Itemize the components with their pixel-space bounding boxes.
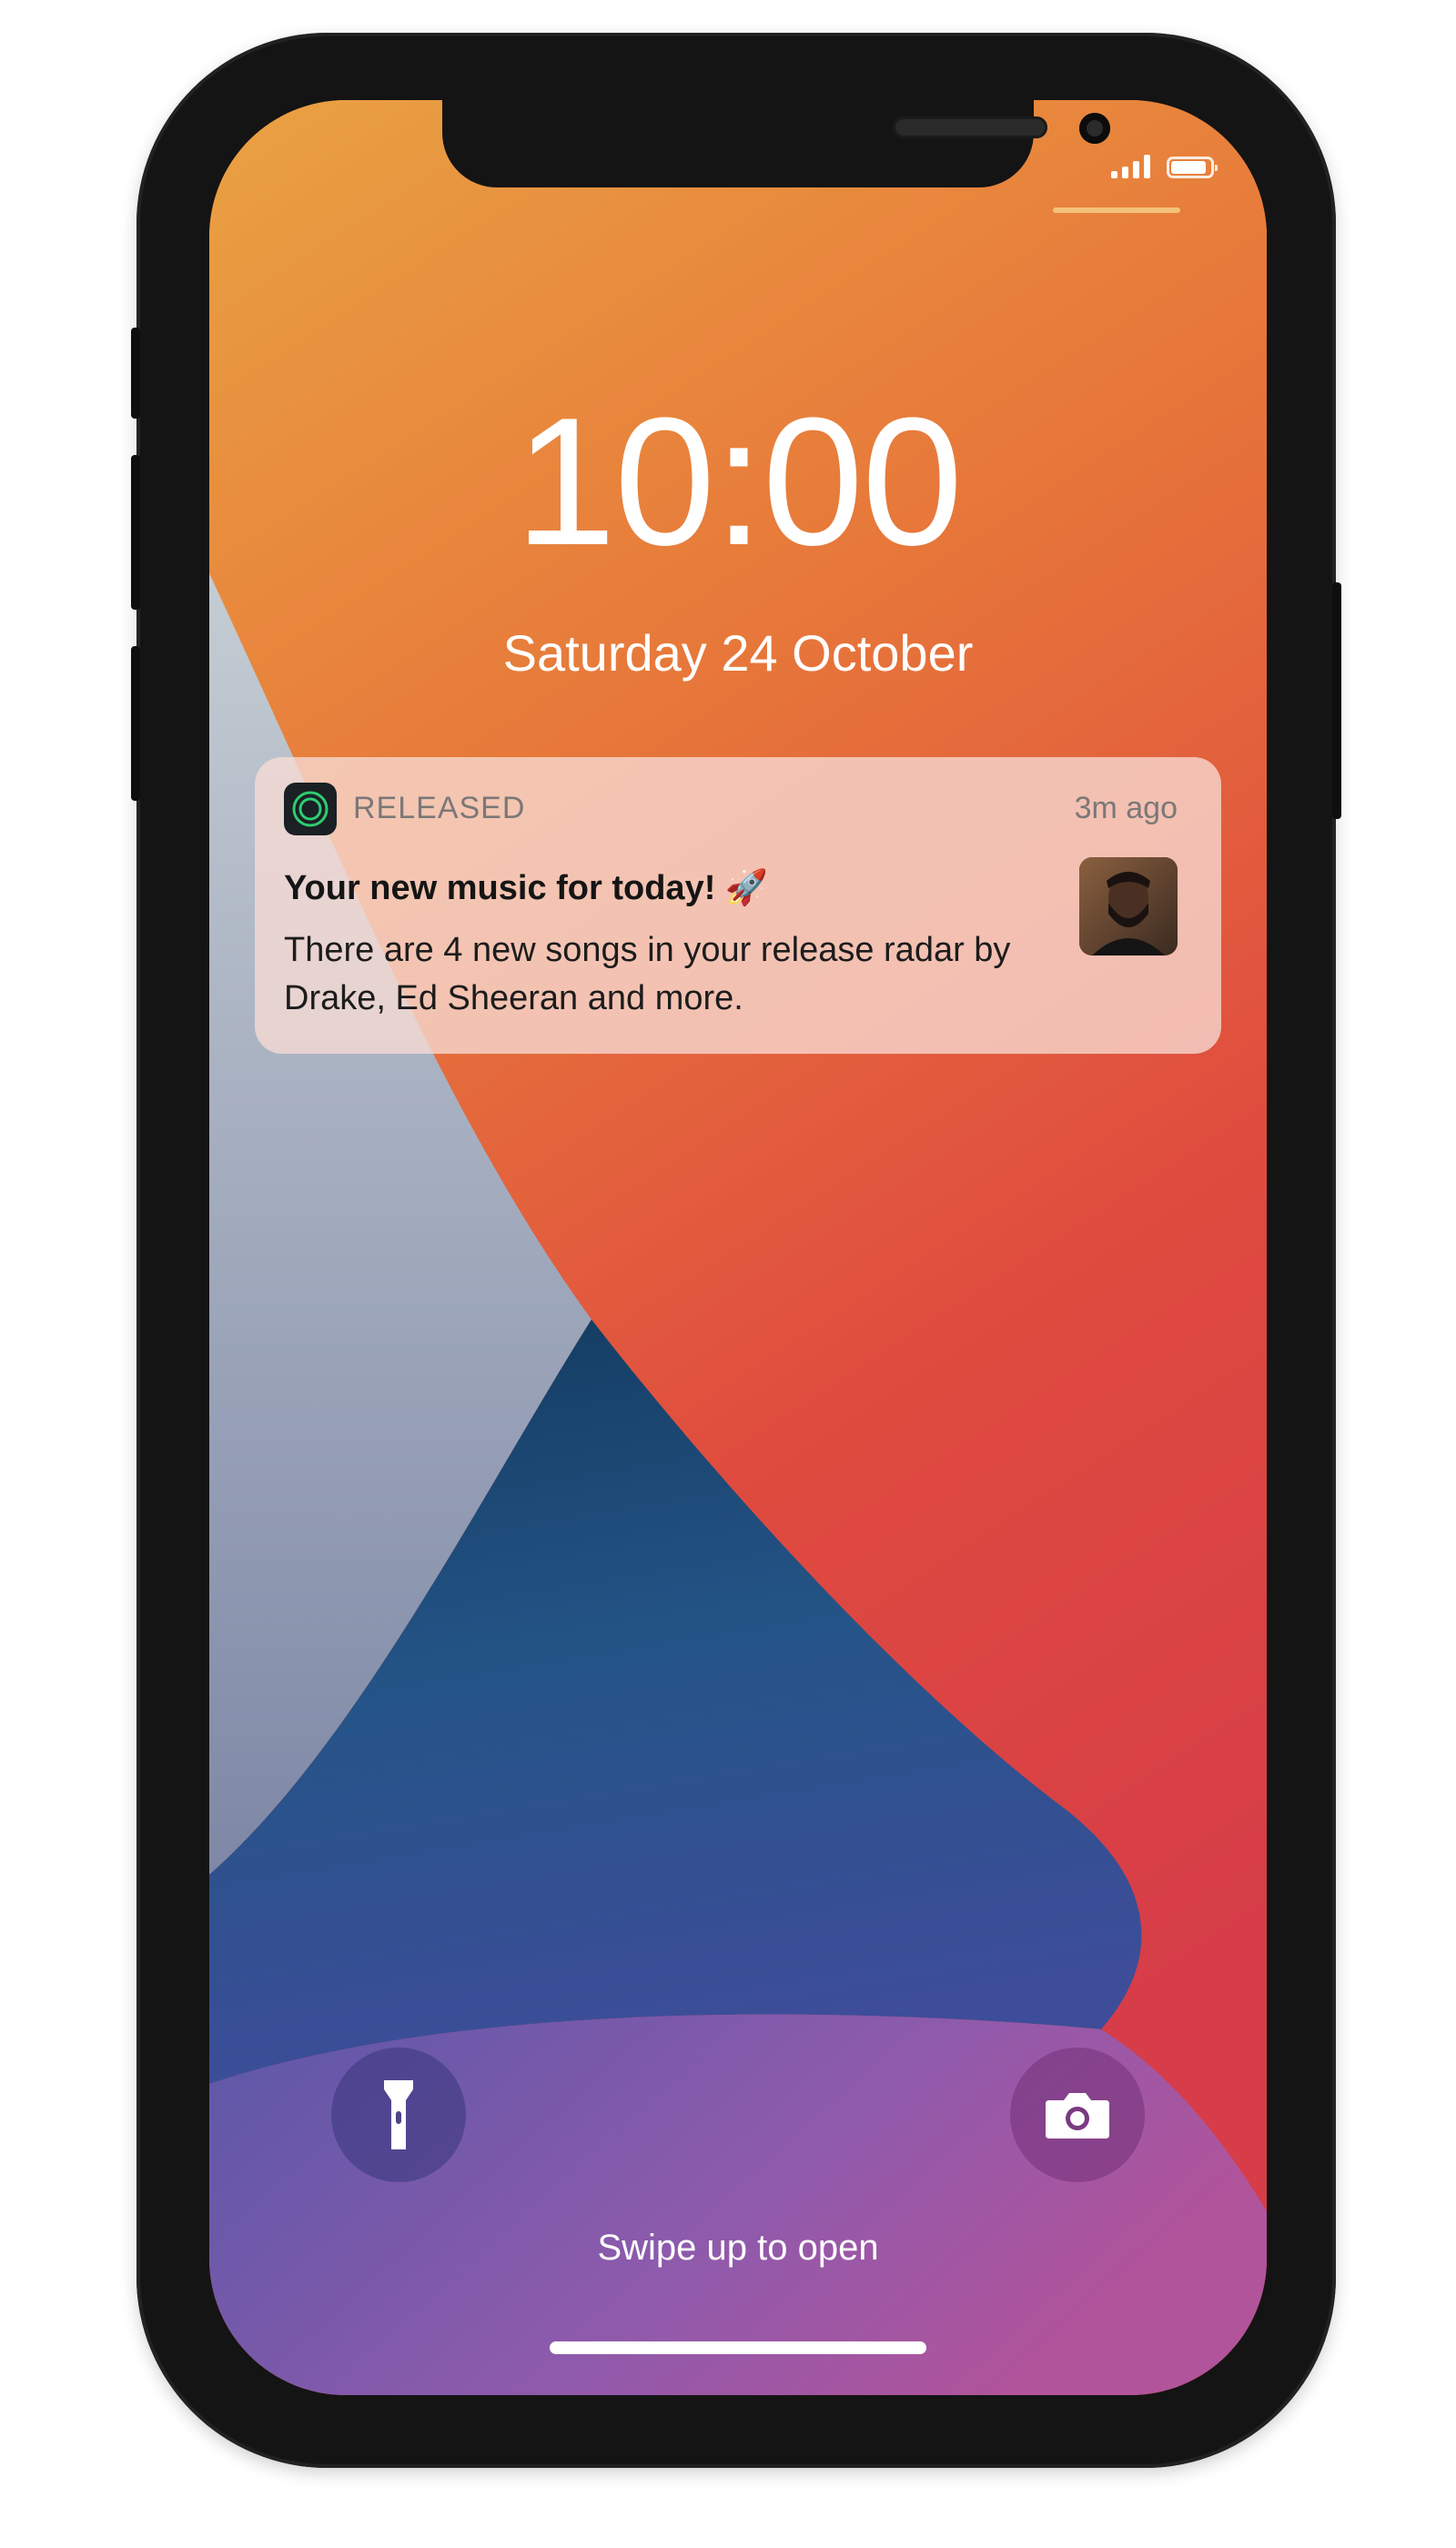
notification-title: Your new music for today! 🚀 [284,869,769,907]
power-button [1332,582,1341,819]
status-bar [1111,155,1218,178]
notification-time: 3m ago [1074,791,1178,825]
notification-body: There are 4 new songs in your release ra… [284,931,1011,1018]
silent-switch [131,328,140,419]
earpiece-speaker [893,116,1047,138]
notification-card[interactable]: RELEASED 3m ago Your new music for today… [255,757,1221,1054]
camera-icon [1046,2093,1109,2138]
camera-button[interactable] [1010,2048,1145,2182]
cellular-signal-icon [1111,155,1150,178]
notification-app-name: RELEASED [353,791,526,825]
home-indicator[interactable] [550,2341,926,2354]
notch [442,100,1110,187]
lock-date: Saturday 24 October [502,624,974,682]
swipe-up-hint: Swipe up to open [597,2228,879,2268]
released-app-icon [284,783,337,835]
flashlight-button[interactable] [331,2048,466,2182]
lock-screen[interactable]: 10:00 Saturday 24 October RELEASED 3m ag… [209,100,1267,2395]
device-mockup: 10:00 Saturday 24 October RELEASED 3m ag… [0,0,1456,2548]
volume-up-button [131,455,140,610]
artist-thumbnail [1079,857,1178,956]
control-center-indicator[interactable] [1053,207,1180,213]
volume-down-button [131,646,140,801]
front-camera [1079,113,1110,144]
lock-time: 10:00 [514,380,964,583]
battery-icon [1167,157,1218,178]
flashlight-icon [384,2080,413,2149]
